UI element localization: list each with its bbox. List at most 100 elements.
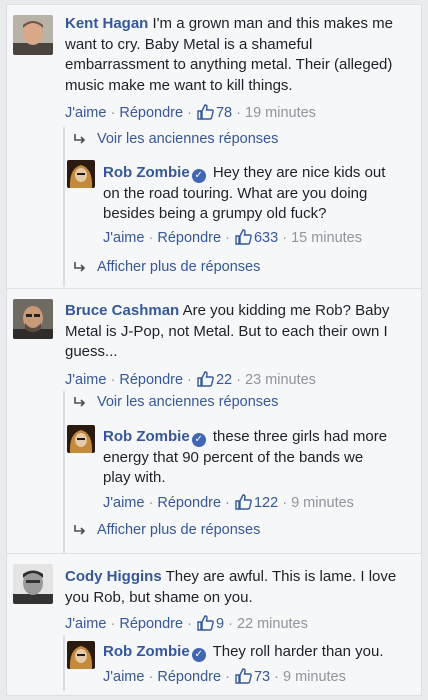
- separator: ·: [236, 372, 241, 388]
- comment-text: want to cry. Baby Metal is a shameful: [65, 35, 313, 53]
- timestamp[interactable]: 23 minutes: [245, 372, 316, 388]
- comment-text: Metal is J-Pop, not Metal. But to each t…: [65, 322, 388, 340]
- like-link[interactable]: J'aime: [103, 495, 144, 511]
- show-more-label[interactable]: Afficher plus de réponses: [97, 522, 260, 538]
- reply-text: play with.: [103, 469, 166, 486]
- thumbs-up-icon[interactable]: [197, 371, 214, 392]
- timestamp[interactable]: 19 minutes: [245, 105, 316, 121]
- reply-link[interactable]: Répondre: [157, 669, 221, 685]
- comment-text: embarrassment to anything metal. Their (…: [65, 56, 393, 73]
- author-name[interactable]: Kent Hagan: [65, 15, 148, 32]
- reply-body: Rob Zombie ✓ They roll harder than you.: [103, 642, 421, 663]
- reply-rob-zombie: Rob Zombie ✓ Hey they are nice kids out o…: [7, 155, 423, 255]
- avatar-bruce-cashman[interactable]: [13, 299, 53, 339]
- like-link[interactable]: J'aime: [65, 105, 106, 121]
- comment-text: Are you kidding me Rob? Baby: [182, 302, 390, 319]
- thumbs-up-icon[interactable]: [197, 104, 214, 125]
- author-name[interactable]: Rob Zombie: [103, 428, 190, 445]
- separator: ·: [236, 105, 241, 121]
- reply-link[interactable]: Répondre: [157, 495, 221, 511]
- reply-text: energy that 90 percent of the bands we: [103, 448, 364, 466]
- reply-rob-zombie: Rob Zombie ✓ these three girls had more e…: [7, 419, 423, 519]
- like-link[interactable]: J'aime: [65, 372, 106, 388]
- author-name[interactable]: Rob Zombie: [103, 643, 190, 660]
- reply-link[interactable]: Répondre: [119, 105, 183, 121]
- reply-body: Rob Zombie ✓ Hey they are nice kids out o…: [103, 163, 421, 225]
- separator: ·: [274, 669, 279, 685]
- verified-badge-icon: ✓: [191, 648, 206, 662]
- comment-body: Bruce Cashman Are you kidding me Rob? Ba…: [65, 301, 417, 363]
- separator: ·: [228, 616, 233, 632]
- reply-text: Hey they are nice kids out: [212, 164, 386, 181]
- avatar-kent-hagan[interactable]: [13, 15, 53, 55]
- comments-panel: Kent Hagan I'm a grown man and this make…: [6, 4, 422, 696]
- separator: ·: [187, 372, 192, 388]
- timestamp[interactable]: 9 minutes: [291, 495, 354, 511]
- reply-rob-zombie: Rob Zombie ✓ They roll harder than you. J…: [7, 637, 423, 697]
- reply-text: They roll harder than you.: [212, 643, 384, 660]
- avatar-rob-zombie[interactable]: [67, 160, 95, 188]
- reply-text: on the road touring. What are you doing: [103, 184, 368, 202]
- like-link[interactable]: J'aime: [65, 616, 106, 632]
- separator: ·: [225, 230, 230, 246]
- comment-text: music make me want to kill things.: [65, 76, 293, 94]
- like-link[interactable]: J'aime: [103, 230, 144, 246]
- separator: ·: [187, 616, 192, 632]
- thumbs-up-icon[interactable]: [235, 668, 252, 689]
- reply-body: Rob Zombie ✓ these three girls had more e…: [103, 427, 421, 489]
- reply-text: besides being a grumpy old fuck?: [103, 205, 327, 222]
- reply-arrow-icon: [73, 133, 87, 149]
- show-more-replies[interactable]: Afficher plus de réponses: [73, 259, 260, 277]
- timestamp[interactable]: 22 minutes: [237, 616, 308, 632]
- author-name[interactable]: Cody Higgins: [65, 568, 162, 585]
- like-link[interactable]: J'aime: [103, 669, 144, 685]
- separator: ·: [148, 230, 154, 246]
- comment-actions: J'aime · Répondre · 9 · 22 minutes: [65, 615, 308, 636]
- separator: ·: [110, 372, 116, 388]
- avatar-rob-zombie[interactable]: [67, 641, 95, 669]
- like-count[interactable]: 122: [254, 495, 278, 511]
- thumbs-up-icon[interactable]: [235, 494, 252, 515]
- like-count[interactable]: 78: [216, 105, 232, 121]
- like-count[interactable]: 9: [216, 616, 224, 632]
- comment-kent-hagan: Kent Hagan I'm a grown man and this make…: [7, 5, 423, 121]
- view-previous-replies[interactable]: Voir les anciennes réponses: [73, 394, 278, 412]
- author-name[interactable]: Bruce Cashman: [65, 302, 179, 319]
- comment-cody-higgins: Cody Higgins They are awful. This is lam…: [7, 554, 423, 634]
- show-more-replies[interactable]: Afficher plus de réponses: [73, 522, 260, 540]
- author-name[interactable]: Rob Zombie: [103, 164, 190, 181]
- show-more-label[interactable]: Afficher plus de réponses: [97, 259, 260, 275]
- comment-text: I'm a grown man and this makes me: [152, 15, 393, 32]
- comment-text: guess...: [65, 343, 118, 360]
- like-count[interactable]: 633: [254, 230, 278, 246]
- separator: ·: [148, 495, 154, 511]
- reply-arrow-icon: [73, 261, 87, 277]
- thumbs-up-icon[interactable]: [235, 229, 252, 250]
- verified-badge-icon: ✓: [191, 433, 206, 447]
- view-previous-replies[interactable]: Voir les anciennes réponses: [73, 131, 278, 149]
- comment-body: Kent Hagan I'm a grown man and this make…: [65, 14, 417, 96]
- verified-badge-icon: ✓: [191, 169, 206, 183]
- avatar-cody-higgins[interactable]: [13, 564, 53, 604]
- reply-actions: J'aime · Répondre · 73 · 9 minutes: [103, 668, 346, 689]
- timestamp[interactable]: 9 minutes: [283, 669, 346, 685]
- timestamp[interactable]: 15 minutes: [291, 230, 362, 246]
- separator: ·: [148, 669, 154, 685]
- comment-text: They are awful. This is lame. I love: [165, 568, 397, 585]
- like-count[interactable]: 22: [216, 372, 232, 388]
- like-count[interactable]: 73: [254, 669, 270, 685]
- separator: ·: [282, 230, 288, 246]
- reply-actions: J'aime · Répondre · 633 · 15 minutes: [103, 229, 362, 250]
- comment-text: you Rob, but shame on you.: [65, 588, 253, 606]
- view-previous-label[interactable]: Voir les anciennes réponses: [97, 131, 278, 147]
- separator: ·: [187, 105, 192, 121]
- reply-link[interactable]: Répondre: [119, 372, 183, 388]
- view-previous-label[interactable]: Voir les anciennes réponses: [97, 394, 278, 410]
- avatar-rob-zombie[interactable]: [67, 425, 95, 453]
- thumbs-up-icon[interactable]: [197, 615, 214, 636]
- reply-text: these three girls had more: [212, 428, 388, 445]
- reply-link[interactable]: Répondre: [119, 616, 183, 632]
- separator: ·: [110, 105, 116, 121]
- reply-link[interactable]: Répondre: [157, 230, 221, 246]
- separator: ·: [110, 616, 116, 632]
